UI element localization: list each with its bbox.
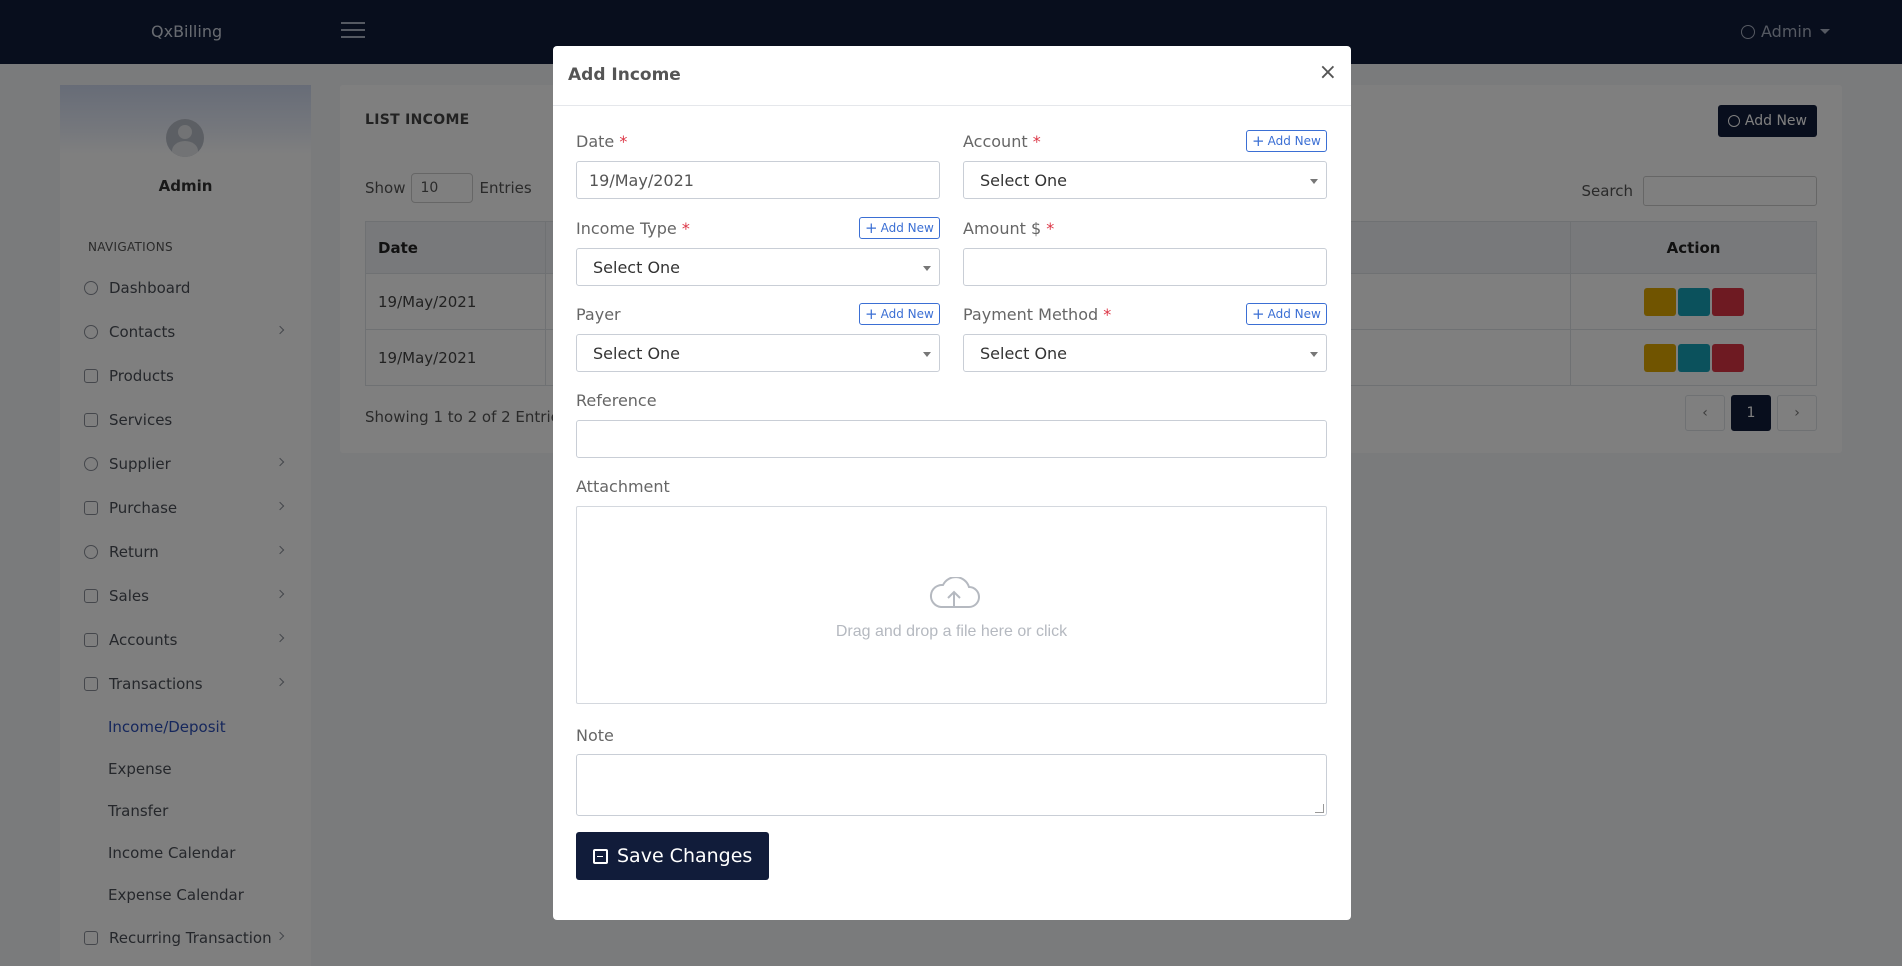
- reference-label: Reference: [576, 391, 657, 410]
- add-income-modal: Add Income × Date * 19/May/2021 Account …: [553, 46, 1351, 920]
- close-icon[interactable]: ×: [1319, 62, 1337, 84]
- attachment-dropzone[interactable]: Drag and drop a file here or click: [576, 506, 1327, 704]
- plus-icon: +: [865, 219, 878, 237]
- date-field[interactable]: 19/May/2021: [576, 161, 940, 199]
- plus-icon: +: [865, 305, 878, 323]
- dropzone-text: Drag and drop a file here or click: [835, 623, 1068, 640]
- add-payment-method-button[interactable]: + Add New: [1246, 303, 1327, 325]
- save-button-label: Save Changes: [617, 845, 753, 867]
- save-changes-button[interactable]: Save Changes: [576, 832, 770, 880]
- modal-header: Add Income ×: [553, 46, 1351, 106]
- account-select[interactable]: Select One: [963, 161, 1327, 199]
- payment-method-select[interactable]: Select One: [963, 334, 1327, 372]
- add-account-button[interactable]: + Add New: [1246, 130, 1327, 152]
- reference-input[interactable]: [576, 420, 1327, 458]
- cloud-upload-icon: [929, 577, 980, 608]
- payment-method-label: Payment Method *: [963, 305, 1112, 324]
- modal-title: Add Income: [568, 65, 681, 85]
- amount-input[interactable]: [963, 248, 1327, 286]
- date-label: Date *: [576, 132, 628, 151]
- payer-label: Payer: [576, 305, 621, 324]
- plus-icon: +: [1252, 132, 1265, 150]
- income-type-select[interactable]: Select One: [576, 248, 940, 286]
- amount-label: Amount $ *: [963, 219, 1055, 238]
- attachment-label: Attachment: [576, 477, 670, 496]
- note-textarea[interactable]: [576, 754, 1327, 816]
- income-type-label: Income Type *: [576, 219, 690, 238]
- account-label: Account *: [963, 132, 1041, 151]
- payer-select[interactable]: Select One: [576, 334, 940, 372]
- add-payer-button[interactable]: + Add New: [859, 303, 940, 325]
- add-income-type-button[interactable]: + Add New: [859, 217, 940, 239]
- save-icon: [593, 848, 608, 864]
- plus-icon: +: [1252, 305, 1265, 323]
- note-label: Note: [576, 726, 614, 745]
